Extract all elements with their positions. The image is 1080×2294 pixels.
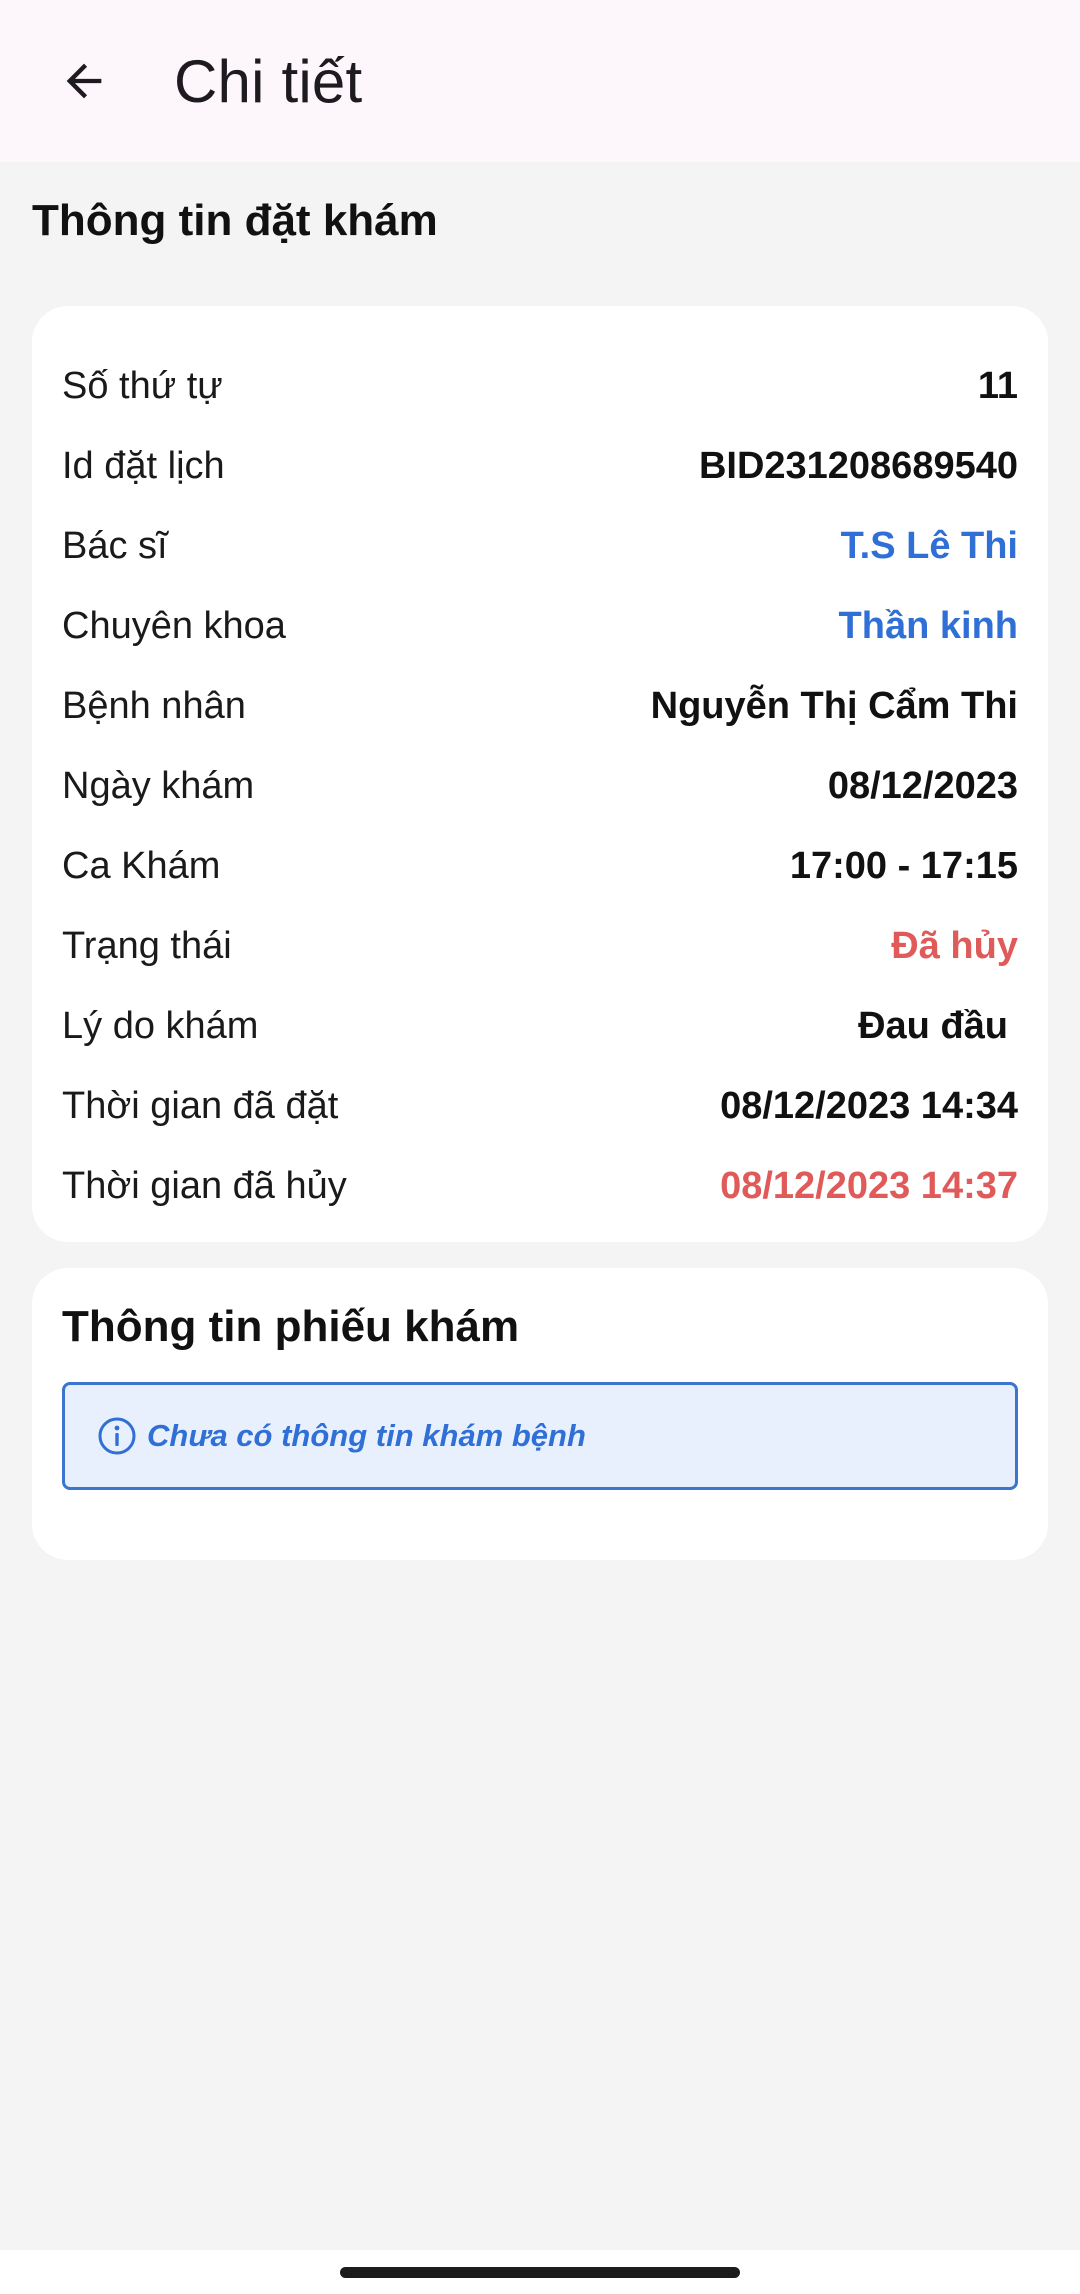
exam-ticket-card: Thông tin phiếu khám Chưa có thông tin k… [32,1268,1048,1560]
row-status: Trạng thái Đã hủy [62,906,1018,986]
patient-value: Nguyễn Thị Cẩm Thi [650,684,1018,727]
row-reason: Lý do khám Đau đầu [62,986,1018,1066]
exam-shift-label: Ca Khám [62,844,221,887]
row-booked-time: Thời gian đã đặt 08/12/2023 14:34 [62,1066,1018,1146]
reason-value: Đau đầu [858,1004,1008,1047]
arrow-left-icon [66,63,102,99]
reason-label: Lý do khám [62,1004,259,1047]
top-app-bar: Chi tiết [0,0,1080,162]
doctor-link[interactable]: T.S Lê Thi [841,525,1018,568]
exam-ticket-title: Thông tin phiếu khám [62,1302,520,1351]
cancelled-time-value: 08/12/2023 14:37 [720,1164,1018,1207]
patient-label: Bệnh nhân [62,684,246,727]
info-icon [97,1416,137,1456]
booking-id-value: BID231208689540 [698,444,1018,487]
row-patient: Bệnh nhân Nguyễn Thị Cẩm Thi [62,666,1018,746]
booked-time-label: Thời gian đã đặt [62,1084,339,1127]
exam-date-value: 08/12/2023 [827,764,1018,807]
booked-time-value: 08/12/2023 14:34 [720,1084,1018,1127]
exam-date-label: Ngày khám [62,764,255,807]
row-exam-date: Ngày khám 08/12/2023 [62,746,1018,826]
doctor-label: Bác sĩ [62,524,168,567]
page-title: Chi tiết [174,47,363,115]
row-booking-id: Id đặt lịch BID231208689540 [62,426,1018,506]
booking-info-card: Số thứ tự 11 Id đặt lịch BID231208689540… [32,306,1048,1242]
row-exam-shift: Ca Khám 17:00 - 17:15 [62,826,1018,906]
booking-section-title: Thông tin đặt khám [32,196,438,245]
status-label: Trạng thái [62,924,232,967]
exam-shift-value: 17:00 - 17:15 [789,844,1018,887]
status-value: Đã hủy [891,924,1018,967]
no-exam-info-notice: Chưa có thông tin khám bệnh [62,1382,1018,1490]
specialty-link[interactable]: Thần kinh [839,605,1018,648]
notice-text: Chưa có thông tin khám bệnh [147,1418,586,1453]
queue-number-value: 11 [977,364,1018,407]
row-cancelled-time: Thời gian đã hủy 08/12/2023 14:37 [62,1146,1018,1226]
booking-id-label: Id đặt lịch [62,444,225,487]
row-queue-number: Số thứ tự 11 [62,346,1018,426]
home-indicator[interactable] [340,2267,740,2278]
row-specialty: Chuyên khoa Thần kinh [62,586,1018,666]
specialty-label: Chuyên khoa [62,604,286,647]
row-doctor: Bác sĩ T.S Lê Thi [62,506,1018,586]
back-button[interactable] [52,49,116,113]
cancelled-time-label: Thời gian đã hủy [62,1164,347,1207]
queue-number-label: Số thứ tự [62,364,223,407]
